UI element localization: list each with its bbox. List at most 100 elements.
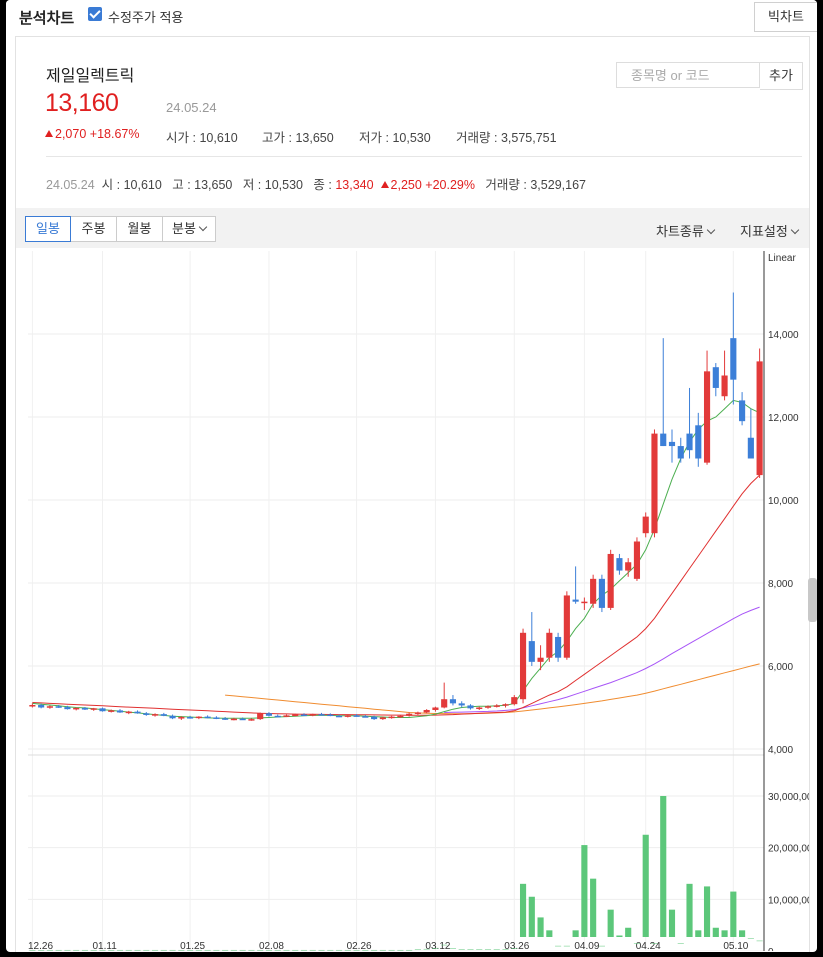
- adjusted-price-checkbox[interactable]: [88, 7, 102, 21]
- volume-bar: [265, 949, 273, 951]
- volume-bar: [292, 949, 299, 951]
- volume-bar: [730, 891, 737, 937]
- candle-body: [55, 706, 62, 708]
- candle-body: [432, 707, 439, 710]
- chart-panel: 제일일렉트릭 13,160 24.05.24 2,070 +18.67% 시가 …: [15, 36, 810, 952]
- volume-bar: [108, 949, 115, 951]
- chart-type-menu[interactable]: 차트종류: [656, 221, 716, 240]
- candle-body: [668, 441, 676, 447]
- candle-body: [721, 375, 728, 397]
- volume-tick-label: 10,000,000: [768, 895, 809, 906]
- volume-bar: [511, 948, 518, 949]
- volume-bar: [222, 949, 229, 951]
- candle-body: [239, 718, 246, 721]
- x-tick-label: 02.26: [347, 941, 372, 951]
- stock-name: 제일일렉트릭: [46, 68, 135, 85]
- candle-body: [493, 705, 500, 707]
- volume-bar: [686, 883, 693, 937]
- volume-bar: [739, 930, 746, 937]
- volume-bar: [309, 949, 316, 951]
- candle-body: [379, 717, 386, 720]
- candle-body: [335, 715, 343, 718]
- volume-bar: [230, 949, 237, 951]
- tab-monthly[interactable]: 월봉: [116, 216, 163, 242]
- volume-bar: [677, 943, 684, 944]
- tab-minute[interactable]: 분봉: [162, 216, 216, 242]
- volume-bar: [46, 949, 53, 951]
- candle-body: [642, 516, 649, 534]
- volume-bar: [99, 949, 106, 951]
- up-arrow-icon: [45, 130, 53, 137]
- volume-bar: [712, 927, 719, 937]
- volume-bar: [213, 949, 220, 951]
- candle-body: [178, 717, 185, 719]
- chart-window: 분석차트 수정주가 적용 빅차트 제일일렉트릭 13,160 24.05.24 …: [6, 0, 817, 952]
- candle-body: [528, 641, 535, 662]
- candle-body: [362, 716, 369, 718]
- candle-body: [64, 707, 71, 710]
- tab-weekly[interactable]: 주봉: [70, 216, 117, 242]
- x-tick-label: 01.11: [92, 941, 117, 951]
- volume-bar: [484, 949, 492, 950]
- big-chart-button[interactable]: 빅차트: [754, 2, 817, 32]
- volume-tick-label: 20,000,000: [768, 844, 809, 855]
- tab-daily[interactable]: 일봉: [25, 216, 71, 242]
- x-tick-label: 02.08: [259, 941, 284, 951]
- candle-body: [397, 715, 404, 718]
- x-tick-label: 01.25: [180, 941, 205, 951]
- candle-body: [213, 717, 220, 719]
- candle-body: [423, 709, 430, 713]
- volume-bar: [169, 949, 176, 951]
- daily-date: 24.05.24: [46, 178, 95, 192]
- candle-body: [633, 541, 641, 579]
- candle-body: [484, 706, 492, 708]
- volume-bar: [283, 949, 290, 951]
- scrollbar-handle[interactable]: [808, 578, 817, 622]
- volume-bar: [625, 927, 632, 937]
- candle-body: [537, 657, 544, 662]
- add-button[interactable]: 추가: [760, 62, 803, 90]
- candle-body: [572, 599, 579, 602]
- high-price: 고가 : 13,650: [262, 131, 334, 145]
- price-tick-label: 14,000: [768, 330, 799, 341]
- volume-bar: [116, 949, 124, 951]
- volume-bar: [414, 949, 421, 950]
- volume-bar: [432, 948, 439, 949]
- volume-bar: [64, 949, 71, 951]
- candle-body: [257, 713, 264, 720]
- ma20-line: [32, 474, 760, 716]
- open-price: 시가 : 10,610: [166, 131, 238, 145]
- volume-bar: [406, 949, 413, 951]
- candle-body: [81, 707, 89, 710]
- volume-bar: [546, 930, 553, 937]
- volume-bar: [467, 949, 474, 950]
- candle-body: [248, 719, 255, 721]
- chevron-down-icon: [198, 222, 208, 232]
- candle-body: [73, 707, 80, 710]
- volume-bar: [528, 896, 535, 937]
- candle-body: [195, 716, 202, 719]
- volume-bar: [476, 949, 483, 950]
- volume-bar: [616, 935, 623, 937]
- candle-body: [406, 713, 413, 716]
- volume-bar: [204, 949, 211, 951]
- volume-bar: [318, 949, 325, 951]
- candle-body: [739, 400, 746, 422]
- indicator-settings-menu[interactable]: 지표설정: [740, 221, 800, 240]
- adjusted-price-label[interactable]: 수정주가 적용: [108, 7, 183, 26]
- candle-body: [458, 703, 465, 706]
- candle-body: [476, 707, 483, 709]
- candle-body: [143, 713, 150, 715]
- volume-bar: [388, 949, 395, 951]
- candle-body: [747, 437, 754, 459]
- volume-bar: [642, 834, 649, 937]
- price-tick-label: 10,000: [768, 496, 799, 507]
- candle-body: [283, 715, 290, 717]
- volume-bar: [327, 949, 334, 951]
- volume-tick-label: 0: [768, 947, 774, 951]
- volume-bar: [371, 949, 378, 951]
- search-input[interactable]: 종목명 or 코드: [616, 62, 760, 88]
- price-chart[interactable]: Linear 14,000 12,000 10,000 8,000 6,000 4,000 3…: [16, 251, 809, 951]
- ma5-line: [32, 399, 760, 719]
- volume-bar: [151, 949, 159, 951]
